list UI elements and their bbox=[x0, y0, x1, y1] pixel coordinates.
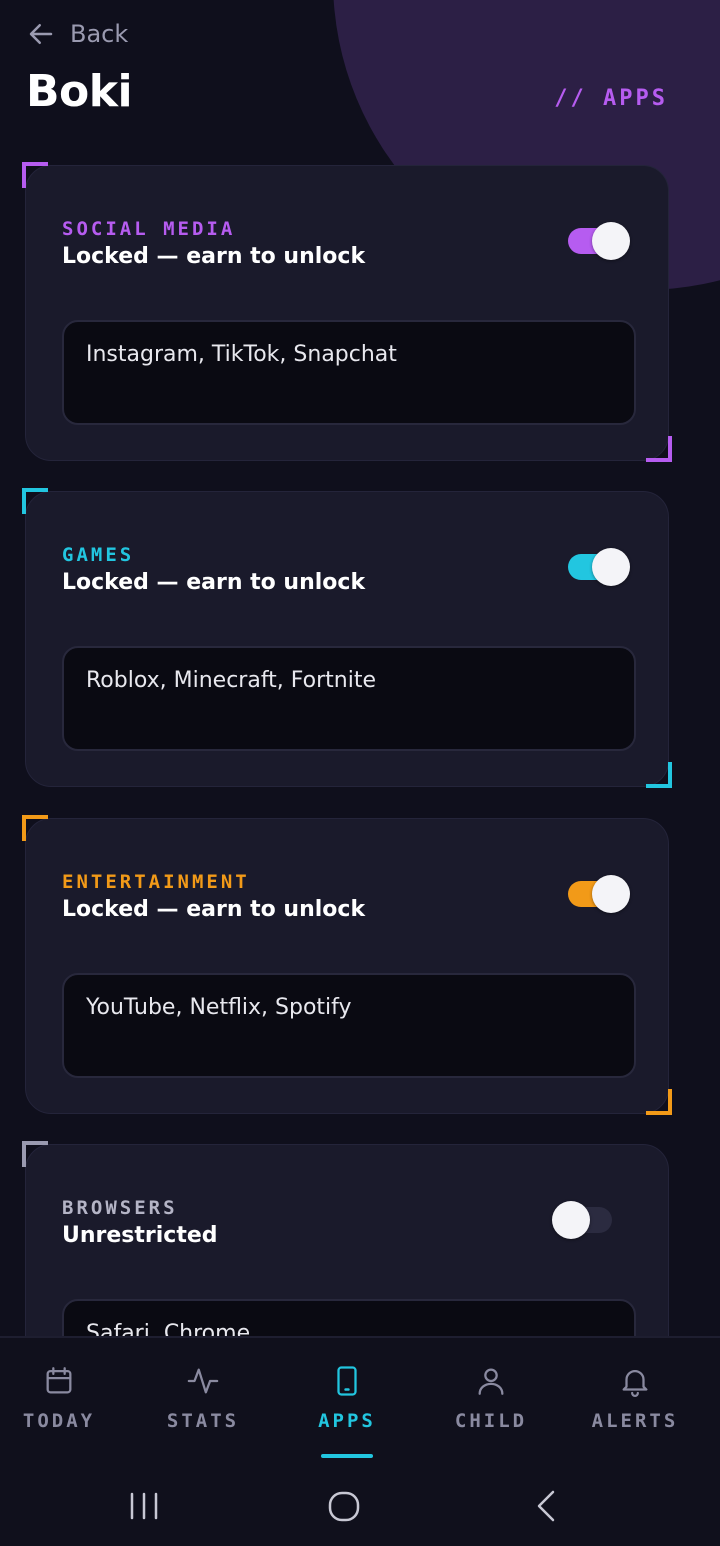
system-back-button[interactable] bbox=[526, 1486, 566, 1526]
card-body: SOCIAL MEDIA Locked — earn to unlock Ins… bbox=[25, 165, 669, 461]
nav-item-today[interactable]: TODAY bbox=[0, 1364, 131, 1464]
toggle-knob bbox=[592, 875, 630, 913]
games-toggle[interactable] bbox=[568, 548, 630, 586]
user-icon bbox=[478, 1368, 504, 1395]
category-status: Unrestricted bbox=[62, 1223, 218, 1248]
corner-accent bbox=[22, 488, 48, 514]
social-media-toggle[interactable] bbox=[568, 222, 630, 260]
recents-button[interactable] bbox=[124, 1486, 164, 1526]
nav-item-stats[interactable]: STATS bbox=[131, 1364, 275, 1464]
toggle-knob bbox=[552, 1201, 590, 1239]
nav-item-apps[interactable]: APPS bbox=[275, 1364, 419, 1464]
toggle-knob bbox=[592, 222, 630, 260]
category-card-social-media: SOCIAL MEDIA Locked — earn to unlock Ins… bbox=[22, 162, 672, 464]
corner-accent bbox=[646, 762, 672, 788]
toggle-knob bbox=[592, 548, 630, 586]
nav-label: APPS bbox=[318, 1410, 376, 1432]
category-card-entertainment: ENTERTAINMENT Locked — earn to unlock Yo… bbox=[22, 815, 672, 1117]
category-status: Locked — earn to unlock bbox=[62, 570, 366, 595]
section-tag: // APPS bbox=[554, 86, 668, 111]
app-screen: SOCIAL MEDIA Locked — earn to unlock Ins… bbox=[0, 0, 720, 1546]
phone-icon bbox=[337, 1366, 357, 1396]
category-label: BROWSERS bbox=[62, 1197, 178, 1219]
home-button[interactable] bbox=[324, 1486, 364, 1526]
corner-accent bbox=[646, 1089, 672, 1115]
arrow-left-icon bbox=[29, 24, 53, 44]
back-button[interactable]: Back bbox=[26, 18, 128, 50]
category-status: Locked — earn to unlock bbox=[62, 244, 366, 269]
entertainment-apps-field[interactable]: YouTube, Netflix, Spotify bbox=[62, 973, 636, 1078]
category-list[interactable]: SOCIAL MEDIA Locked — earn to unlock Ins… bbox=[0, 0, 720, 1336]
category-card-browsers: BROWSERS Unrestricted Safari, Chrome bbox=[22, 1141, 672, 1336]
calendar-icon bbox=[46, 1367, 72, 1394]
entertainment-toggle[interactable] bbox=[568, 875, 630, 913]
nav-label: STATS bbox=[166, 1410, 240, 1432]
recents-icon bbox=[130, 1492, 158, 1520]
card-body: GAMES Locked — earn to unlock Roblox, Mi… bbox=[25, 491, 669, 787]
browsers-apps-field[interactable]: Safari, Chrome bbox=[62, 1299, 636, 1336]
page-title: Boki bbox=[26, 66, 133, 117]
card-body: BROWSERS Unrestricted Safari, Chrome bbox=[25, 1144, 669, 1336]
corner-accent bbox=[22, 1141, 48, 1167]
home-icon bbox=[328, 1491, 360, 1522]
system-nav-bar bbox=[0, 1456, 720, 1546]
back-label: Back bbox=[70, 20, 129, 48]
back-icon bbox=[537, 1490, 555, 1522]
card-body: ENTERTAINMENT Locked — earn to unlock Yo… bbox=[25, 818, 669, 1114]
corner-accent bbox=[646, 436, 672, 462]
games-apps-field[interactable]: Roblox, Minecraft, Fortnite bbox=[62, 646, 636, 751]
category-label: GAMES bbox=[62, 544, 135, 566]
corner-accent bbox=[22, 815, 48, 841]
bell-icon bbox=[622, 1370, 648, 1397]
category-status: Locked — earn to unlock bbox=[62, 897, 366, 922]
category-card-games: GAMES Locked — earn to unlock Roblox, Mi… bbox=[22, 488, 672, 790]
nav-label: ALERTS bbox=[591, 1410, 679, 1432]
browsers-toggle[interactable] bbox=[552, 1201, 612, 1239]
nav-item-child[interactable]: CHILD bbox=[419, 1364, 563, 1464]
activity-icon bbox=[187, 1368, 219, 1394]
category-label: ENTERTAINMENT bbox=[62, 871, 250, 893]
nav-item-alerts[interactable]: ALERTS bbox=[563, 1364, 707, 1464]
nav-label: TODAY bbox=[22, 1410, 96, 1432]
nav-label: CHILD bbox=[454, 1410, 528, 1432]
corner-accent bbox=[22, 162, 48, 188]
category-label: SOCIAL MEDIA bbox=[62, 218, 236, 240]
social-media-apps-field[interactable]: Instagram, TikTok, Snapchat bbox=[62, 320, 636, 425]
